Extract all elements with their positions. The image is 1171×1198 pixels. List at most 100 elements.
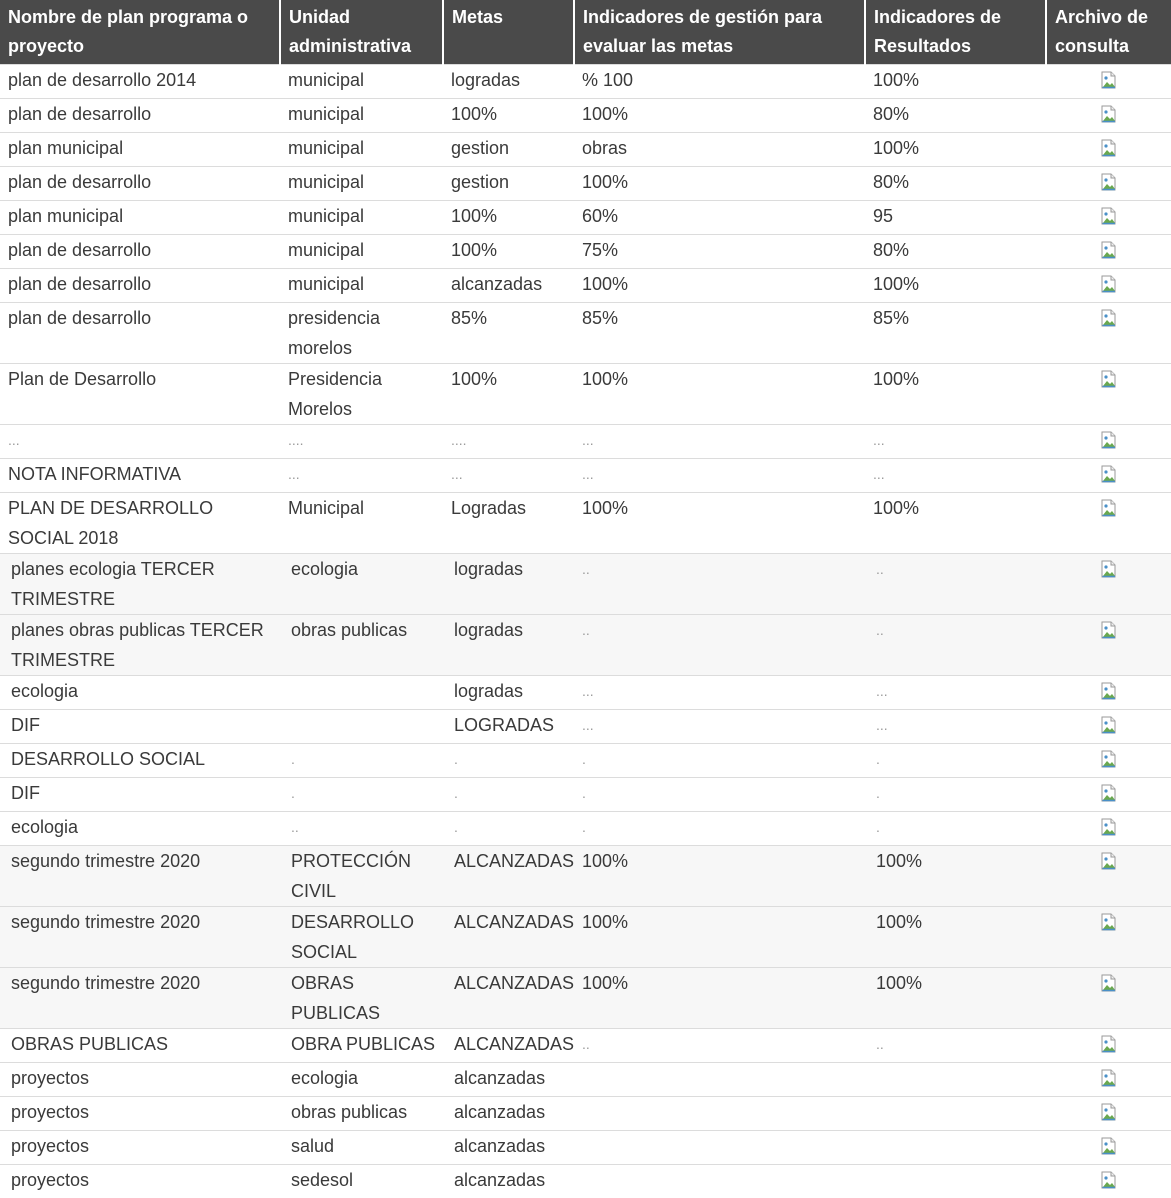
cell-mgmt: obras xyxy=(574,133,865,167)
broken-image-icon[interactable] xyxy=(1101,560,1117,578)
cell-results: 80% xyxy=(865,235,1046,269)
broken-image-icon[interactable] xyxy=(1101,309,1117,327)
cell-results: 85% xyxy=(865,303,1046,364)
cell-unit: ecologia xyxy=(280,1063,443,1097)
cell-mgmt: ... xyxy=(574,710,865,744)
table-row: plan municipalmunicipal100%60%95 xyxy=(0,201,1171,235)
cell-unit: ... xyxy=(280,459,443,493)
cell-name: plan de desarrollo xyxy=(0,235,280,269)
cell-mgmt: . xyxy=(574,812,865,846)
table-row: DIFLOGRADAS...... xyxy=(0,710,1171,744)
broken-image-icon[interactable] xyxy=(1101,1171,1117,1189)
cell-unit: .... xyxy=(280,425,443,459)
cell-name: segundo trimestre 2020 xyxy=(0,907,280,968)
cell-unit: municipal xyxy=(280,65,443,99)
cell-results: ... xyxy=(865,676,1046,710)
broken-image-icon[interactable] xyxy=(1101,499,1117,517)
cell-goals: 85% xyxy=(443,303,574,364)
broken-image-icon[interactable] xyxy=(1101,370,1117,388)
cell-goals: . xyxy=(443,778,574,812)
cell-name: proyectos xyxy=(0,1165,280,1198)
cell-name: plan de desarrollo xyxy=(0,99,280,133)
cell-name: plan de desarrollo 2014 xyxy=(0,65,280,99)
cell-goals: logradas xyxy=(443,554,574,615)
cell-name: plan municipal xyxy=(0,133,280,167)
broken-image-icon[interactable] xyxy=(1101,974,1117,992)
cell-results xyxy=(865,1097,1046,1131)
broken-image-icon[interactable] xyxy=(1101,465,1117,483)
broken-image-icon[interactable] xyxy=(1101,139,1117,157)
broken-image-icon[interactable] xyxy=(1101,105,1117,123)
header-admin-unit: Unidad administrativa xyxy=(280,0,443,65)
broken-image-icon[interactable] xyxy=(1101,784,1117,802)
cell-goals: ALCANZADAS xyxy=(443,846,574,907)
cell-file xyxy=(1046,907,1171,968)
cell-unit: municipal xyxy=(280,99,443,133)
cell-name: ... xyxy=(0,425,280,459)
cell-mgmt: 60% xyxy=(574,201,865,235)
cell-file xyxy=(1046,554,1171,615)
cell-unit: municipal xyxy=(280,201,443,235)
cell-file xyxy=(1046,710,1171,744)
cell-file xyxy=(1046,235,1171,269)
cell-mgmt: ... xyxy=(574,459,865,493)
cell-file xyxy=(1046,615,1171,676)
cell-file xyxy=(1046,459,1171,493)
broken-image-icon[interactable] xyxy=(1101,818,1117,836)
cell-file xyxy=(1046,493,1171,554)
cell-unit: . xyxy=(280,778,443,812)
cell-unit: .. xyxy=(280,812,443,846)
cell-goals: ALCANZADAS xyxy=(443,968,574,1029)
table-row: segundo trimestre 2020PROTECCIÓN CIVILAL… xyxy=(0,846,1171,907)
table-row: Plan de DesarrolloPresidencia Morelos100… xyxy=(0,364,1171,425)
cell-unit: obras publicas xyxy=(280,615,443,676)
cell-unit: sedesol xyxy=(280,1165,443,1198)
broken-image-icon[interactable] xyxy=(1101,1103,1117,1121)
cell-name: proyectos xyxy=(0,1063,280,1097)
table-row: segundo trimestre 2020DESARROLLO SOCIALA… xyxy=(0,907,1171,968)
cell-name: DIF xyxy=(0,710,280,744)
broken-image-icon[interactable] xyxy=(1101,852,1117,870)
cell-goals: 100% xyxy=(443,201,574,235)
cell-file xyxy=(1046,1063,1171,1097)
broken-image-icon[interactable] xyxy=(1101,750,1117,768)
cell-goals: 100% xyxy=(443,364,574,425)
broken-image-icon[interactable] xyxy=(1101,1035,1117,1053)
cell-name: OBRAS PUBLICAS xyxy=(0,1029,280,1063)
table-row: plan de desarrollopresidencia morelos85%… xyxy=(0,303,1171,364)
cell-file xyxy=(1046,65,1171,99)
broken-image-icon[interactable] xyxy=(1101,682,1117,700)
broken-image-icon[interactable] xyxy=(1101,716,1117,734)
cell-unit: Presidencia Morelos xyxy=(280,364,443,425)
cell-goals: logradas xyxy=(443,676,574,710)
broken-image-icon[interactable] xyxy=(1101,207,1117,225)
cell-unit: ecologia xyxy=(280,554,443,615)
broken-image-icon[interactable] xyxy=(1101,71,1117,89)
cell-results: .. xyxy=(865,1029,1046,1063)
cell-goals: alcanzadas xyxy=(443,269,574,303)
cell-mgmt: 100% xyxy=(574,167,865,201)
cell-name: plan de desarrollo xyxy=(0,303,280,364)
cell-unit xyxy=(280,710,443,744)
broken-image-icon[interactable] xyxy=(1101,1069,1117,1087)
table-row: segundo trimestre 2020OBRAS PUBLICASALCA… xyxy=(0,968,1171,1029)
broken-image-icon[interactable] xyxy=(1101,275,1117,293)
broken-image-icon[interactable] xyxy=(1101,621,1117,639)
table-row: proyectossaludalcanzadas xyxy=(0,1131,1171,1165)
cell-goals: alcanzadas xyxy=(443,1131,574,1165)
cell-unit: Municipal xyxy=(280,493,443,554)
cell-results: ... xyxy=(865,710,1046,744)
cell-mgmt: ... xyxy=(574,425,865,459)
cell-unit: municipal xyxy=(280,167,443,201)
cell-mgmt: .. xyxy=(574,554,865,615)
broken-image-icon[interactable] xyxy=(1101,913,1117,931)
broken-image-icon[interactable] xyxy=(1101,431,1117,449)
broken-image-icon[interactable] xyxy=(1101,241,1117,259)
cell-unit: salud xyxy=(280,1131,443,1165)
cell-unit: OBRAS PUBLICAS xyxy=(280,968,443,1029)
cell-name: ecologia xyxy=(0,676,280,710)
cell-goals: logradas xyxy=(443,615,574,676)
broken-image-icon[interactable] xyxy=(1101,173,1117,191)
broken-image-icon[interactable] xyxy=(1101,1137,1117,1155)
cell-unit: obras publicas xyxy=(280,1097,443,1131)
